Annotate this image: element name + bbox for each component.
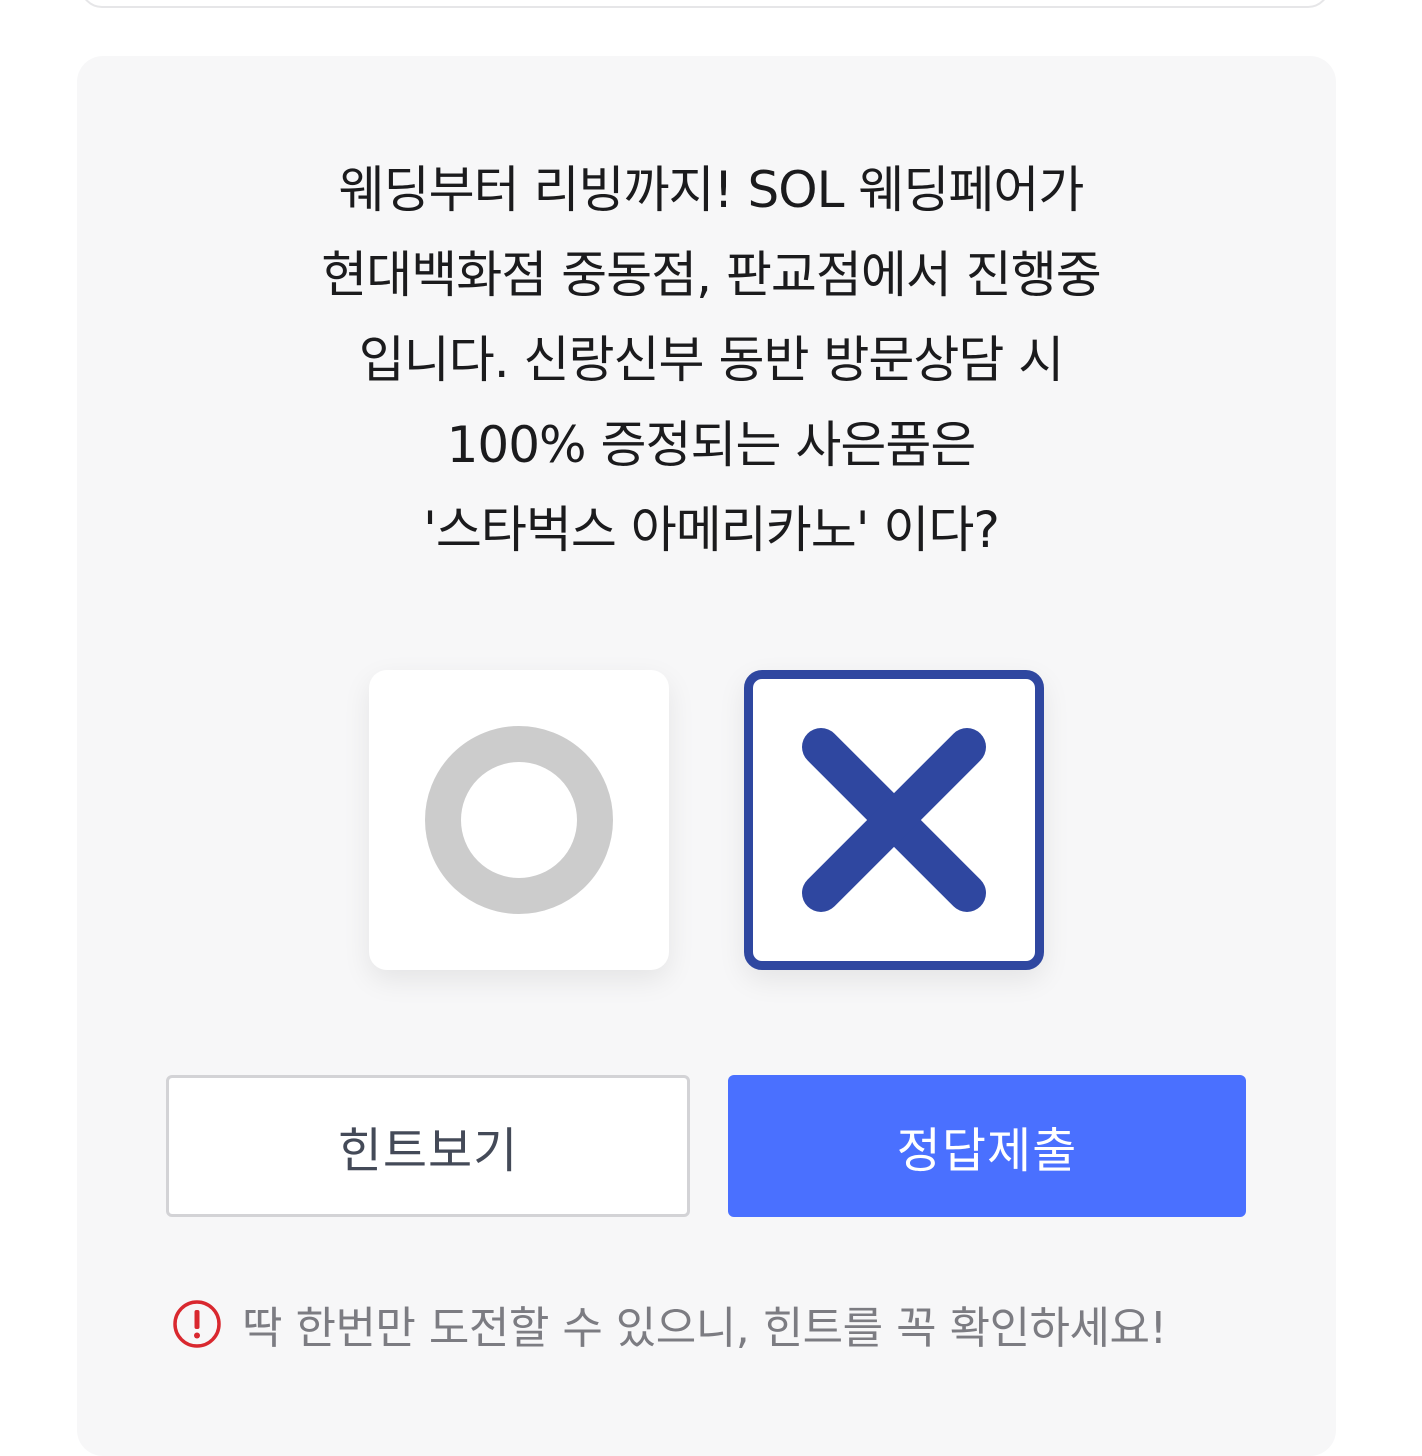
option-o-button[interactable] [369, 670, 669, 970]
question-line: 100% 증정되는 사은품은 [446, 416, 977, 474]
question-line: '스타벅스 아메리카노' 이다? [423, 501, 1000, 559]
quiz-question: 웨딩부터 리빙까지! SOL 웨딩페어가 현대백화점 중동점, 판교점에서 진행… [0, 148, 1422, 573]
notice: 딱 한번만 도전할 수 있으니, 힌트를 꼭 확인하세요! [172, 1294, 1167, 1354]
exclamation-circle-icon [173, 1300, 221, 1348]
submit-answer-button[interactable]: 정답제출 [728, 1075, 1246, 1217]
circle-o-icon [425, 726, 613, 914]
hint-button[interactable]: 힌트보기 [166, 1075, 690, 1217]
notice-text: 딱 한번만 도전할 수 있으니, 힌트를 꼭 확인하세요! [242, 1303, 1167, 1354]
question-line: 입니다. 신랑신부 동반 방문상담 시 [358, 331, 1064, 389]
cross-x-icon [802, 728, 986, 912]
previous-card-edge [80, 0, 1330, 8]
question-line: 현대백화점 중동점, 판교점에서 진행중 [321, 246, 1102, 304]
option-x-button[interactable] [744, 670, 1044, 970]
question-line: 웨딩부터 리빙까지! SOL 웨딩페어가 [338, 161, 1085, 219]
